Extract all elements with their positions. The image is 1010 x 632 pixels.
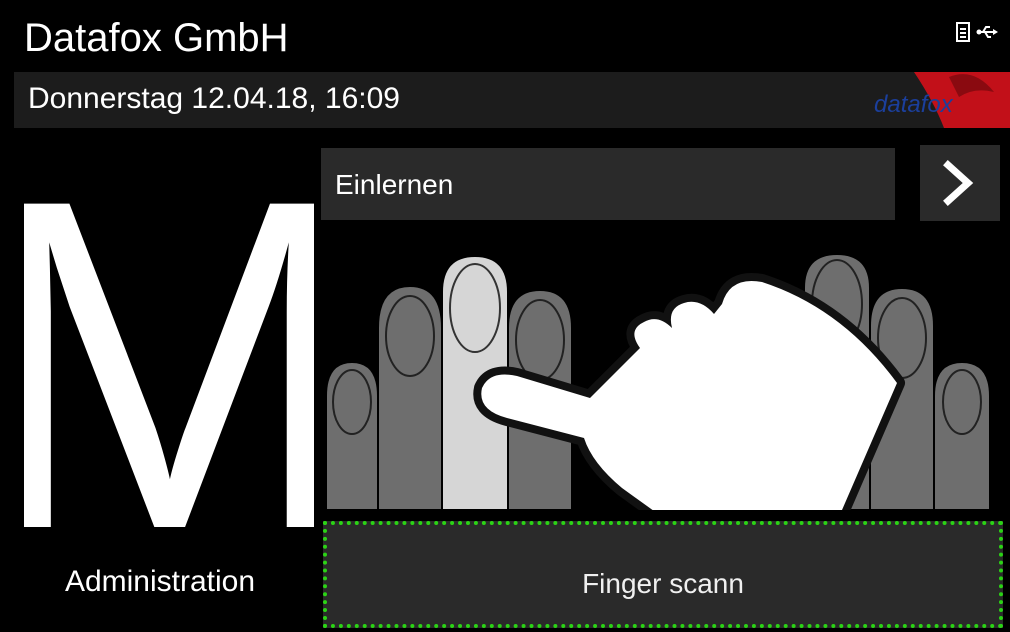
datafox-logo: datafox bbox=[874, 72, 1010, 128]
svg-text:M: M bbox=[24, 175, 314, 545]
function-label: Einlernen bbox=[335, 169, 454, 200]
mode-letter: M bbox=[0, 102, 365, 627]
status-icons bbox=[956, 22, 998, 47]
finger-scan-button[interactable]: Finger scann bbox=[323, 521, 1003, 628]
mode-label: Administration bbox=[64, 565, 256, 598]
function-selector[interactable]: Einlernen bbox=[321, 148, 895, 220]
finger-7[interactable] bbox=[933, 360, 991, 511]
finger-1[interactable] bbox=[377, 284, 443, 511]
chevron-right-icon bbox=[943, 160, 974, 206]
document-icon bbox=[956, 22, 970, 47]
date-bar: Donnerstag 12.04.18, 16:09 datafox bbox=[14, 72, 1010, 128]
date-time: Donnerstag 12.04.18, 16:09 bbox=[28, 82, 400, 115]
scan-button-label: Finger scann bbox=[582, 568, 744, 599]
next-button[interactable] bbox=[920, 145, 1000, 221]
finger-selection-graphic[interactable] bbox=[322, 248, 1002, 532]
logo-text: datafox bbox=[874, 91, 954, 118]
header: Datafox GmbH Donnerstag 12.04.18, 16:09 bbox=[0, 0, 1010, 128]
usb-icon bbox=[976, 22, 998, 47]
device-title: Datafox GmbH bbox=[24, 16, 289, 60]
finger-0[interactable] bbox=[325, 360, 379, 511]
